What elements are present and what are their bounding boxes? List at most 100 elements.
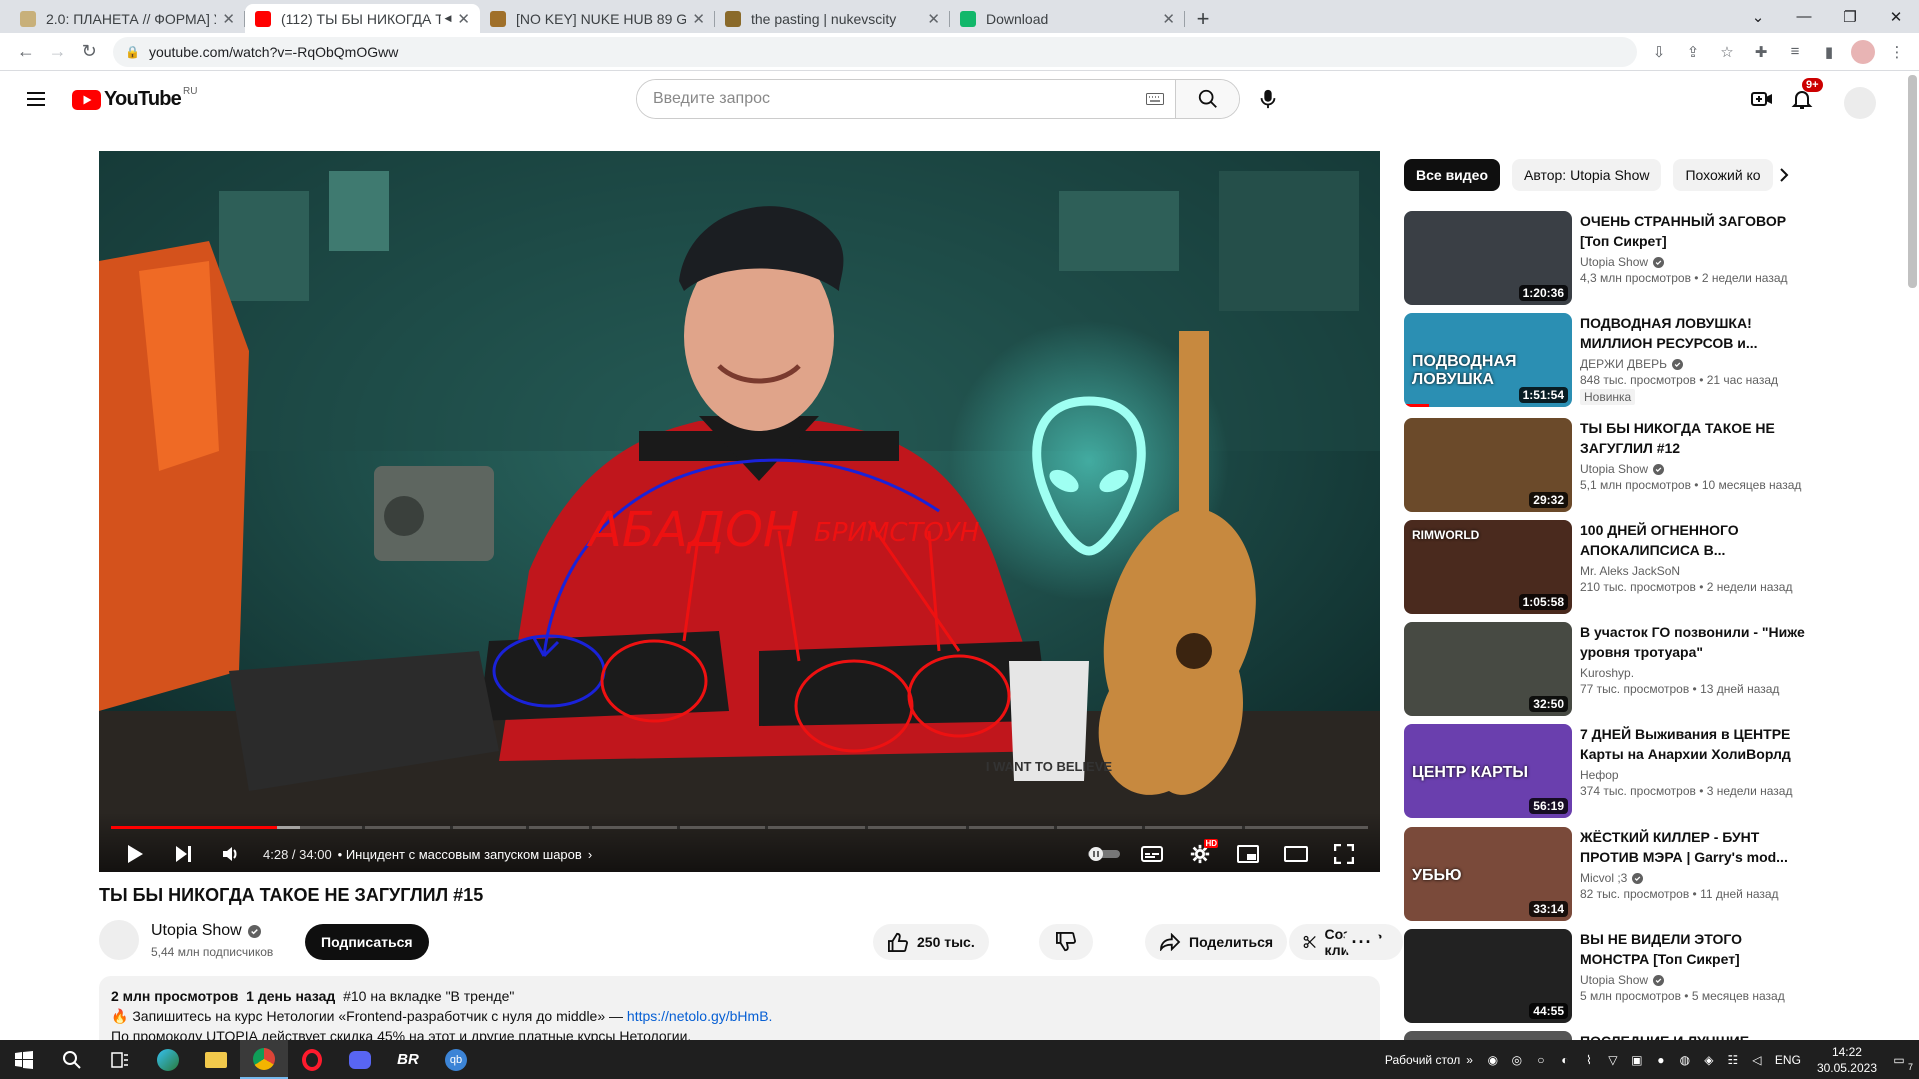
install-icon[interactable]: ⇩: [1647, 40, 1671, 64]
fullscreen-button[interactable]: [1320, 836, 1368, 872]
browser-tab[interactable]: the pasting | nukevscity ✕: [715, 4, 950, 33]
recommended-channel[interactable]: Нефор: [1580, 768, 1619, 782]
create-video-button[interactable]: [1742, 79, 1782, 119]
media-icon[interactable]: ≡: [1783, 40, 1807, 64]
desktop-toolbar-chevron-icon[interactable]: »: [1466, 1053, 1473, 1067]
share-page-icon[interactable]: ⇪: [1681, 40, 1705, 64]
browser-tab[interactable]: (112) ТЫ БЫ НИКОГДА ТАКО ◀ ✕: [245, 4, 480, 33]
filter-chip[interactable]: Все видео: [1404, 159, 1501, 191]
minimize-button[interactable]: —: [1781, 0, 1827, 33]
tab-close-icon[interactable]: ✕: [222, 10, 235, 28]
recommended-channel[interactable]: Utopia Show: [1580, 462, 1648, 476]
profile-avatar-icon[interactable]: [1850, 39, 1875, 64]
theater-mode-button[interactable]: [1272, 836, 1320, 872]
chrome-tray-icon[interactable]: ●: [1651, 1050, 1671, 1070]
chrome-app[interactable]: [240, 1040, 288, 1079]
autoplay-toggle[interactable]: [1080, 836, 1128, 872]
next-button[interactable]: [159, 836, 207, 872]
chrome-menu-icon[interactable]: ⋮: [1885, 40, 1909, 64]
filter-chip[interactable]: Похожий ко: [1673, 159, 1773, 191]
url-field[interactable]: 🔒 youtube.com/watch?v=-RqObQmOGww: [112, 36, 1637, 67]
recommended-video[interactable]: 29:32 ТЫ БЫ НИКОГДА ТАКОЕ НЕ ЗАГУГЛИЛ #12…: [1404, 418, 1806, 512]
recommended-video[interactable]: ПОДВОДНАЯ ЛОВУШКА 1:51:54 ПОДВОДНАЯ ЛОВУШК…: [1404, 313, 1806, 407]
explorer-app[interactable]: [192, 1040, 240, 1079]
discord-app[interactable]: [336, 1040, 384, 1079]
taskbar-search-button[interactable]: [48, 1040, 96, 1079]
language-indicator[interactable]: ENG: [1775, 1053, 1801, 1067]
youtube-logo[interactable]: YouTube RU: [72, 86, 197, 111]
discord-tray-icon[interactable]: ◉: [1483, 1050, 1503, 1070]
tray-app-2-icon[interactable]: ▣: [1627, 1050, 1647, 1070]
recommended-channel[interactable]: ДЕРЖИ ДВЕРЬ: [1580, 357, 1667, 371]
wifi-tray-icon[interactable]: ⌇: [1579, 1050, 1599, 1070]
video-thumbnail[interactable]: 1:20:36: [1404, 211, 1572, 305]
video-thumbnail[interactable]: 32:50: [1404, 622, 1572, 716]
task-view-button[interactable]: [96, 1040, 144, 1079]
tray-app-3-icon[interactable]: ◍: [1675, 1050, 1695, 1070]
action-center-icon[interactable]: ▭ 7: [1889, 1050, 1913, 1072]
start-button[interactable]: [0, 1040, 48, 1079]
recommended-channel[interactable]: Micvol ;3: [1580, 871, 1627, 885]
voice-search-button[interactable]: [1248, 79, 1288, 119]
menu-icon[interactable]: [24, 87, 48, 111]
tab-close-icon[interactable]: ✕: [1162, 10, 1175, 28]
side-panel-icon[interactable]: ▮: [1817, 40, 1841, 64]
edge-app[interactable]: [144, 1040, 192, 1079]
browser-tab[interactable]: Download ✕: [950, 4, 1185, 33]
tab-close-icon[interactable]: ✕: [927, 10, 940, 28]
desktop-label[interactable]: Рабочий стол: [1385, 1053, 1460, 1067]
progress-bar[interactable]: [111, 826, 1368, 829]
recommended-video[interactable]: УБЬЮ 33:14 ЖЁСТКИЙ КИЛЛЕР - БУНТ ПРОТИВ МЭ…: [1404, 827, 1806, 921]
recommended-video[interactable]: ЦЕНТР КАРТЫ 56:19 7 ДНЕЙ Выживания в ЦЕНТР…: [1404, 724, 1806, 818]
video-thumbnail[interactable]: RIMWORLD 1:05:58: [1404, 520, 1572, 614]
mute-button[interactable]: [207, 836, 255, 872]
keyboard-icon[interactable]: [1135, 80, 1175, 118]
browser-tab[interactable]: [NO KEY] NUKE HUB 89 GAMES ✕: [480, 4, 715, 33]
recommended-video[interactable]: 1:20:36 ОЧЕНЬ СТРАННЫЙ ЗАГОВОР [Топ Сикре…: [1404, 211, 1806, 305]
page-scrollbar[interactable]: [1908, 75, 1917, 288]
play-button[interactable]: [111, 836, 159, 872]
tab-close-icon[interactable]: ✕: [692, 10, 705, 28]
recommended-channel[interactable]: Utopia Show: [1580, 255, 1648, 269]
back-button[interactable]: ←: [10, 36, 42, 68]
qbittorrent-app[interactable]: qb: [432, 1040, 480, 1079]
trending-tag[interactable]: #10 на вкладке "В тренде": [343, 988, 514, 1004]
recommended-channel[interactable]: Utopia Show: [1580, 973, 1648, 987]
chapter-chevron-icon[interactable]: ›: [588, 847, 592, 862]
channel-name-row[interactable]: Utopia Show: [151, 922, 261, 940]
extensions-icon[interactable]: ✚: [1749, 40, 1773, 64]
opera-tray-icon[interactable]: ○: [1531, 1050, 1551, 1070]
recommended-channel[interactable]: Kuroshyp.: [1580, 666, 1634, 680]
recommended-video[interactable]: RIMWORLD 1:05:58 100 ДНЕЙ ОГНЕННОГО АПОКАЛ…: [1404, 520, 1806, 614]
tab-search-icon[interactable]: ⌄: [1735, 0, 1781, 33]
video-thumbnail[interactable]: 29:32: [1404, 418, 1572, 512]
search-button[interactable]: [1175, 80, 1239, 118]
search-input[interactable]: [637, 80, 1135, 118]
settings-button[interactable]: HD: [1176, 836, 1224, 872]
video-player[interactable]: I WANT TO BELIEVE АБАДОН БРИМСТОУН 4:28 …: [99, 151, 1380, 872]
recommended-video[interactable]: 44:55 ВЫ НЕ ВИДЕЛИ ЭТОГО МОНСТРА [Топ Сик…: [1404, 929, 1806, 1023]
recommended-channel[interactable]: Mr. Aleks JackSoN: [1580, 564, 1680, 578]
recommended-video[interactable]: 32:50 В участок ГО позвонили - "Ниже уров…: [1404, 622, 1806, 716]
reload-button[interactable]: ↻: [73, 36, 105, 68]
close-window-button[interactable]: ✕: [1873, 0, 1919, 33]
subscribe-button[interactable]: Подписаться: [305, 924, 429, 960]
new-tab-button[interactable]: +: [1185, 4, 1221, 33]
account-avatar[interactable]: [1844, 87, 1876, 119]
steam-tray-icon[interactable]: ◎: [1507, 1050, 1527, 1070]
br-app[interactable]: BR: [384, 1040, 432, 1079]
dislike-button[interactable]: [1039, 924, 1093, 960]
chips-next-button[interactable]: [1768, 159, 1800, 191]
opera-app[interactable]: [288, 1040, 336, 1079]
video-thumbnail[interactable]: 44:55: [1404, 929, 1572, 1023]
volume-tray-icon[interactable]: ◁: [1747, 1050, 1767, 1070]
like-button[interactable]: 250 тыс.: [873, 924, 989, 960]
filter-chip[interactable]: Автор: Utopia Show: [1512, 159, 1662, 191]
channel-avatar[interactable]: [99, 920, 139, 960]
network-icon[interactable]: ☷: [1723, 1050, 1743, 1070]
miniplayer-button[interactable]: [1224, 836, 1272, 872]
brave-tray-icon[interactable]: ▽: [1603, 1050, 1623, 1070]
tab-audio-icon[interactable]: ◀: [445, 13, 452, 24]
description-link[interactable]: https://netolo.gy/bHmB.: [627, 1008, 773, 1024]
restore-button[interactable]: ❐: [1827, 0, 1873, 33]
